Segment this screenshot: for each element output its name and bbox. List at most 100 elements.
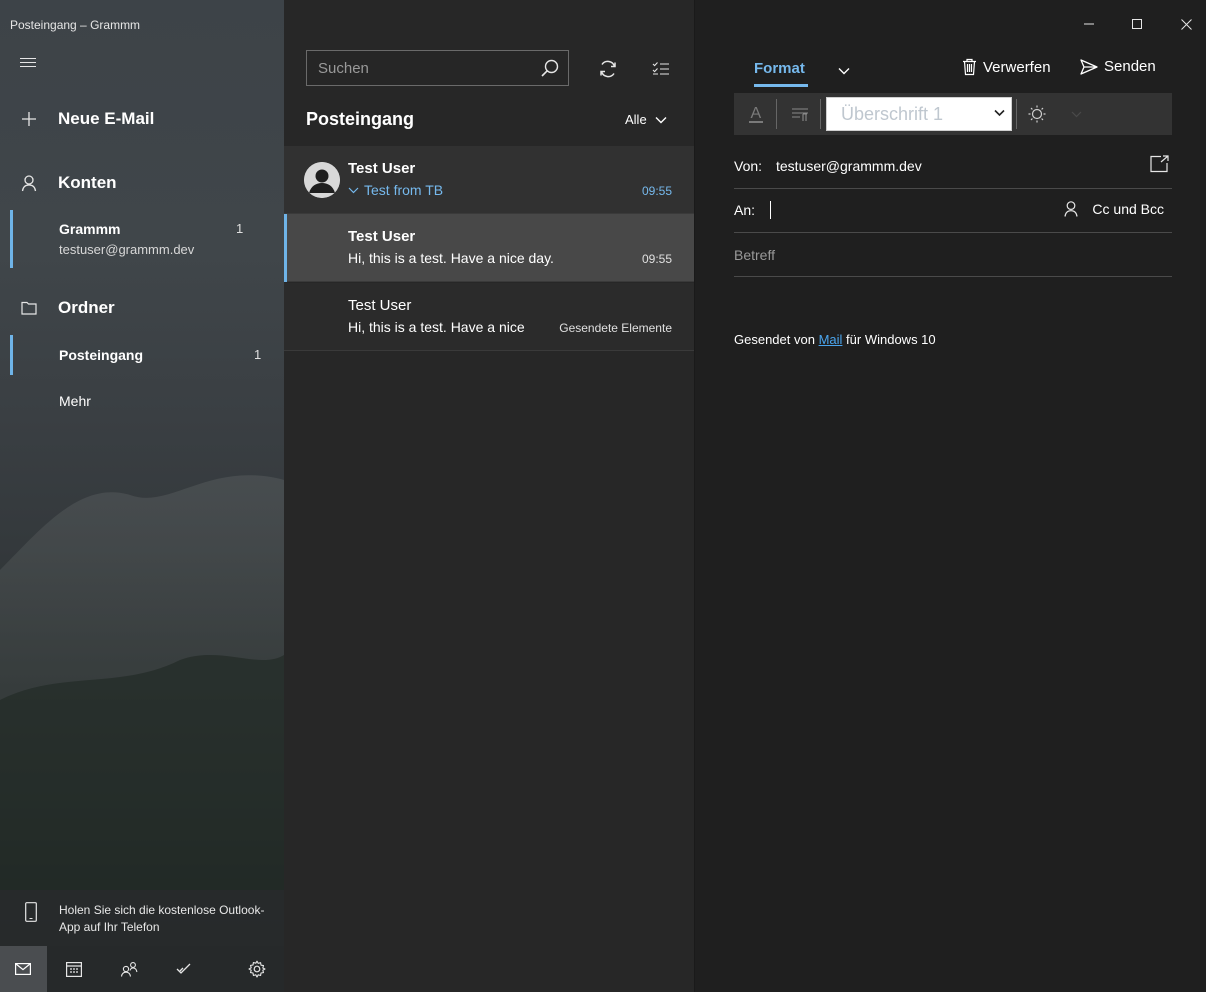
- compose-pane: Format Verwerfen Senden A Überschrift 1: [696, 0, 1206, 992]
- heading-style-select[interactable]: Überschrift 1: [826, 97, 1012, 131]
- message-item[interactable]: Test User Hi, this is a test. Have a nic…: [284, 283, 694, 351]
- send-label: Senden: [1104, 58, 1156, 75]
- toolbar-separator: [776, 99, 777, 129]
- accounts-label: Konten: [58, 173, 117, 192]
- from-field[interactable]: Von: testuser@grammm.dev: [734, 145, 1172, 189]
- discard-button[interactable]: Verwerfen: [962, 58, 1051, 76]
- paragraph-format-button[interactable]: [782, 99, 818, 129]
- sidebar: Posteingang – Grammm Neue E-Mail Konten …: [0, 0, 284, 992]
- folder-unread-count: 1: [254, 347, 262, 362]
- chevron-down-icon: [1071, 111, 1081, 117]
- account-email: testuser@grammm.dev: [59, 242, 195, 257]
- tab-format[interactable]: Format: [754, 60, 805, 77]
- person-icon: [1064, 201, 1079, 217]
- folder-selection-indicator: [10, 335, 13, 375]
- account-unread-count: 1: [236, 221, 244, 236]
- cc-bcc-label: Cc und Bcc: [1092, 201, 1164, 217]
- to-field[interactable]: An: Cc und Bcc: [734, 189, 1172, 233]
- toolbar-separator: [1016, 99, 1017, 129]
- person-icon: [0, 174, 58, 192]
- cc-bcc-button[interactable]: Cc und Bcc: [1064, 201, 1164, 217]
- settings-button[interactable]: [229, 946, 284, 992]
- font-color-button[interactable]: A: [742, 99, 770, 129]
- message-preview: Hi, this is a test. Have a nice day.: [348, 250, 554, 266]
- ribbon-tabs-dropdown[interactable]: [838, 62, 850, 80]
- chevron-down-icon: [994, 109, 1005, 117]
- close-button[interactable]: [1171, 12, 1201, 36]
- filter-dropdown[interactable]: Alle: [625, 112, 667, 127]
- from-label: Von:: [734, 158, 763, 174]
- settings-icon: [248, 960, 266, 978]
- search-icon[interactable]: [541, 59, 559, 82]
- chevron-down-icon: [655, 116, 667, 123]
- minimize-icon: [1084, 23, 1094, 25]
- svg-text:A: A: [751, 105, 762, 122]
- mail-button[interactable]: [0, 946, 47, 992]
- bottom-navigation: [0, 946, 284, 992]
- signature-suffix: für Windows 10: [846, 332, 936, 347]
- subject-field[interactable]: Betreff: [734, 233, 1172, 277]
- account-name: Grammm: [59, 221, 121, 237]
- folders-button[interactable]: Ordner: [0, 288, 284, 328]
- calendar-button[interactable]: [47, 946, 102, 992]
- avatar: [304, 162, 340, 198]
- trash-icon: [963, 58, 976, 76]
- style-options-button[interactable]: [1022, 99, 1052, 129]
- hamburger-menu-button[interactable]: [20, 55, 46, 79]
- list-title: Posteingang: [306, 109, 415, 129]
- signature: Gesendet von Mail für Windows 10: [734, 332, 936, 347]
- message-list-pane: Posteingang Alle Test User Test from TB …: [284, 0, 695, 992]
- promo-text: Holen Sie sich die kostenlose Outlook-Ap…: [59, 903, 265, 934]
- new-mail-button[interactable]: Neue E-Mail: [0, 99, 284, 139]
- conversation-toggle[interactable]: Test from TB: [348, 182, 443, 198]
- message-preview: Hi, this is a test. Have a nice: [348, 319, 525, 335]
- message-item[interactable]: Test User Test from TB 09:55: [284, 146, 694, 214]
- search-input[interactable]: [318, 58, 538, 78]
- mail-link[interactable]: Mail: [819, 332, 843, 347]
- text-cursor: [770, 201, 771, 219]
- signature-prefix: Gesendet von: [734, 332, 815, 347]
- people-button[interactable]: [102, 946, 157, 992]
- message-time: 09:55: [641, 184, 672, 198]
- maximize-button[interactable]: [1122, 12, 1152, 36]
- message-sender: Test User: [348, 160, 416, 177]
- close-icon: [1180, 18, 1192, 30]
- message-selection-indicator: [284, 214, 287, 282]
- plus-icon: [0, 111, 58, 127]
- folders-label: Ordner: [58, 298, 115, 317]
- to-label: An:: [734, 202, 756, 218]
- heading-style-value: Überschrift 1: [841, 104, 944, 124]
- search-box[interactable]: [306, 50, 569, 86]
- sync-button[interactable]: [595, 56, 621, 82]
- message-sender: Test User: [348, 228, 416, 245]
- checklist-icon: [652, 62, 669, 75]
- background-mountain-image: [0, 475, 284, 920]
- window-title: Posteingang – Grammm: [10, 18, 141, 32]
- more-format-dropdown[interactable]: [1064, 99, 1088, 129]
- discard-label: Verwerfen: [983, 58, 1051, 76]
- from-value: testuser@grammm.dev: [776, 158, 922, 174]
- message-time: 09:55: [641, 252, 672, 266]
- message-sender: Test User: [348, 297, 412, 314]
- account-item-grammm[interactable]: Grammm testuser@grammm.dev 1: [0, 210, 284, 268]
- sidebar-item-posteingang[interactable]: Posteingang 1: [0, 335, 284, 375]
- chevron-down-icon: [838, 68, 850, 75]
- sidebar-item-mehr[interactable]: Mehr: [0, 381, 284, 421]
- format-toolbar: A Überschrift 1: [734, 93, 1172, 135]
- sync-icon: [600, 60, 616, 78]
- pop-out-button[interactable]: [1150, 155, 1170, 178]
- send-icon: [1080, 58, 1098, 75]
- todo-icon: [176, 963, 191, 974]
- send-button[interactable]: Senden: [1080, 58, 1156, 75]
- subject-placeholder: Betreff: [734, 247, 775, 263]
- outlook-app-promo[interactable]: Holen Sie sich die kostenlose Outlook-Ap…: [0, 890, 284, 946]
- accounts-button[interactable]: Konten: [0, 163, 284, 203]
- minimize-button[interactable]: [1074, 12, 1104, 36]
- people-icon: [120, 962, 138, 977]
- phone-icon: [25, 902, 37, 927]
- pop-out-icon: [1150, 155, 1169, 173]
- tab-format-indicator: [754, 84, 808, 87]
- message-item[interactable]: Test User Hi, this is a test. Have a nic…: [284, 214, 694, 282]
- todo-button[interactable]: [156, 946, 211, 992]
- selection-mode-button[interactable]: [648, 56, 674, 82]
